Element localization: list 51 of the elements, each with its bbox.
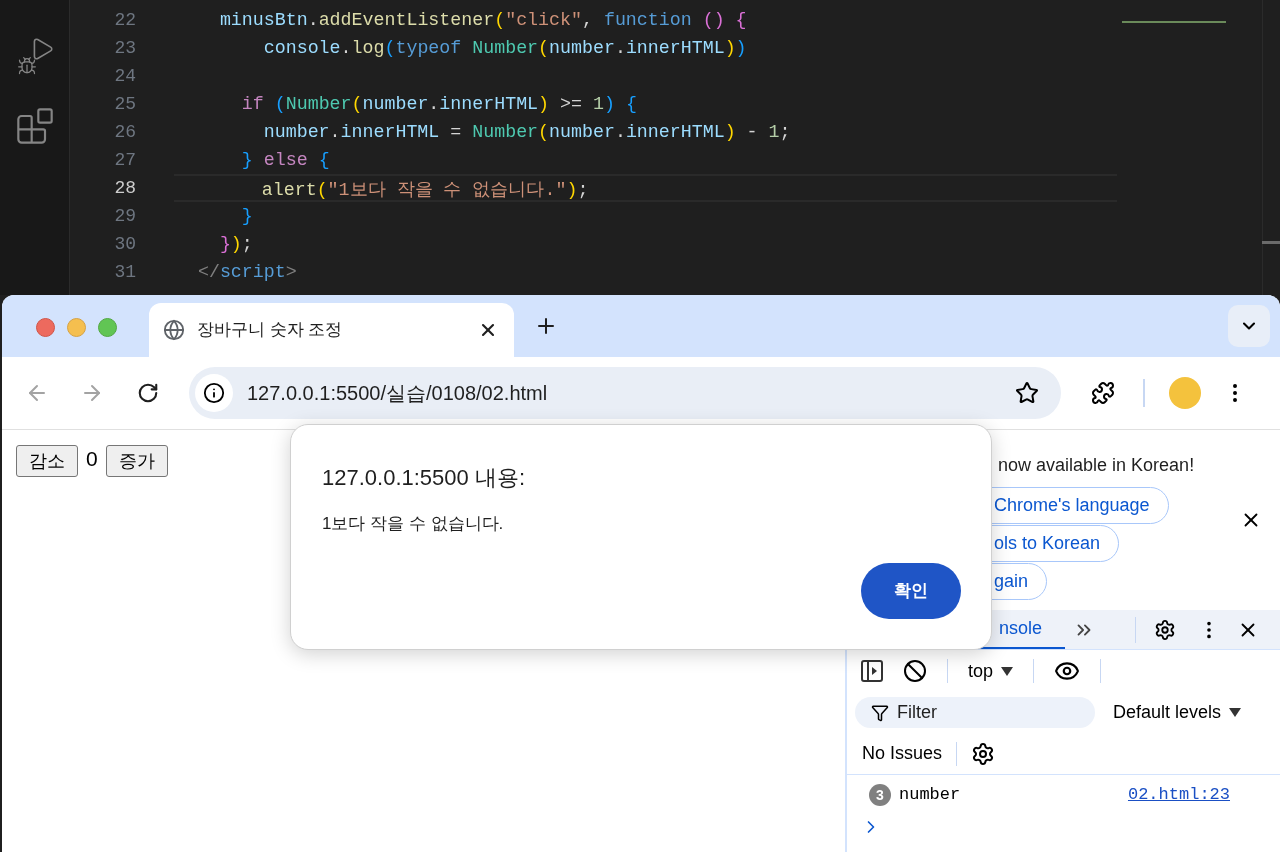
filter-icon bbox=[871, 704, 889, 722]
code-line: console.log(typeof Number(number.innerHTML)) bbox=[262, 37, 748, 60]
address-bar[interactable]: 127.0.0.1:5500/실습/0108/02.html bbox=[189, 367, 1061, 419]
line-number: 23 bbox=[114, 37, 136, 60]
code-line: alert("1보다 작을 수 없습니다."); bbox=[174, 174, 1117, 202]
sidebar-toggle-icon[interactable] bbox=[861, 660, 883, 682]
line-number: 24 bbox=[114, 65, 136, 88]
info-icon bbox=[203, 382, 225, 404]
dialog-message: 1보다 작을 수 없습니다. bbox=[322, 513, 505, 535]
line-number: 31 bbox=[114, 261, 136, 284]
code-line: number.innerHTML = Number(number.innerHTML) - 1; bbox=[262, 121, 792, 144]
line-number: 28 bbox=[114, 177, 136, 200]
site-info-button[interactable] bbox=[195, 374, 233, 412]
repeat-count-badge: 3 bbox=[869, 784, 891, 806]
console-message: number bbox=[899, 784, 962, 807]
ok-button[interactable]: 확인 bbox=[861, 562, 961, 619]
tab-title: 장바구니 숫자 조정 bbox=[197, 319, 344, 342]
code-line: </script> bbox=[196, 261, 298, 284]
browser-tab[interactable]: 장바구니 숫자 조정 bbox=[149, 303, 514, 357]
tab-search-button[interactable] bbox=[1228, 305, 1270, 347]
line-number: 30 bbox=[114, 233, 136, 256]
code-line: } bbox=[240, 205, 254, 228]
scrollbar-thumb[interactable] bbox=[1262, 241, 1280, 244]
filter-field[interactable]: Filter bbox=[855, 697, 1095, 728]
source-link[interactable]: 02.html:23 bbox=[1127, 782, 1230, 808]
line-number: 22 bbox=[114, 9, 136, 32]
line-number: 26 bbox=[114, 121, 136, 144]
console-settings-icon[interactable] bbox=[971, 741, 996, 766]
url-text: 127.0.0.1:5500/실습/0108/02.html bbox=[247, 381, 549, 406]
line-number: 29 bbox=[114, 205, 136, 228]
log-levels-dropdown[interactable]: Default levels bbox=[1113, 699, 1242, 726]
clear-console-icon[interactable] bbox=[903, 659, 927, 683]
translation-banner-text: now available in Korean! bbox=[998, 454, 1195, 477]
bookmark-star-icon[interactable] bbox=[1015, 381, 1039, 405]
line-number: 27 bbox=[114, 149, 136, 172]
settings-icon[interactable] bbox=[1154, 618, 1176, 641]
extensions-icon[interactable] bbox=[1091, 381, 1115, 405]
dialog-title: 127.0.0.1:5500 내용: bbox=[322, 464, 527, 492]
close-window-button[interactable] bbox=[36, 317, 55, 337]
issues-status[interactable]: No Issues bbox=[862, 740, 943, 767]
code-line: }); bbox=[218, 233, 254, 256]
reload-icon[interactable] bbox=[137, 382, 159, 404]
count-value: 0 bbox=[86, 446, 98, 472]
line-number: 25 bbox=[114, 93, 136, 116]
code-line: } else { bbox=[240, 149, 331, 172]
increase-button[interactable]: 증가 bbox=[105, 445, 168, 477]
code-line: minusBtn.addEventListener("click", function () { bbox=[218, 9, 748, 32]
code-line: if (Number(number.innerHTML) >= 1) { bbox=[240, 93, 638, 116]
globe-icon bbox=[163, 319, 185, 341]
context-selector[interactable]: top bbox=[968, 657, 1014, 685]
decrease-button[interactable]: 감소 bbox=[16, 445, 78, 477]
